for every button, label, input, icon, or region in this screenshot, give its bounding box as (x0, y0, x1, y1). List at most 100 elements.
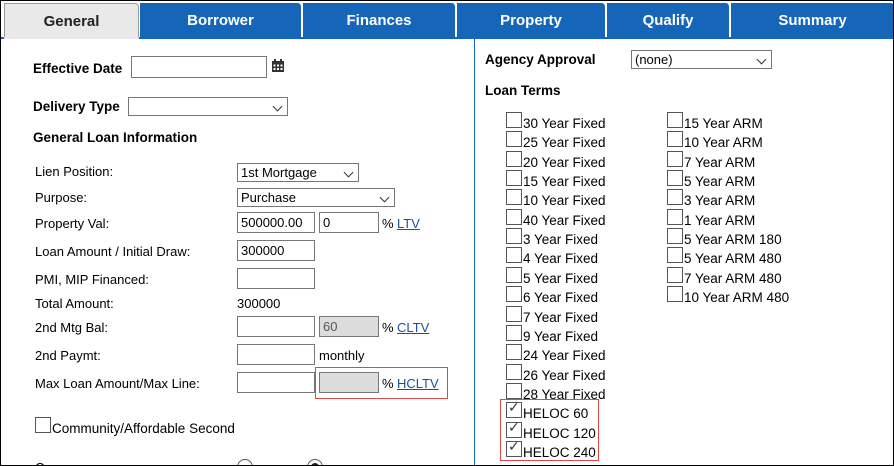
agency-approval-select[interactable]: (none) (631, 50, 772, 69)
active-tab-gap (4, 37, 139, 39)
arm-term-checkbox-6[interactable] (667, 228, 683, 245)
loan-term-checkbox-4[interactable] (506, 189, 522, 206)
arm-term-checkbox-1[interactable] (667, 131, 683, 148)
loan-term-label-11: 9 Year Fixed (523, 328, 599, 344)
arm-term-label-5: 1 Year ARM (684, 212, 756, 228)
community-checkbox[interactable] (35, 417, 51, 433)
tab-bar: General Borrower Finances Property Quali… (1, 1, 893, 38)
tab-general[interactable]: General (4, 3, 139, 38)
loan-term-checkbox-14[interactable] (506, 382, 522, 399)
loan-term-checkbox-5[interactable] (506, 208, 522, 225)
arm-term-checkbox-7[interactable] (667, 247, 683, 264)
tab-summary[interactable]: Summary (731, 3, 893, 38)
loan-term-checkbox-8[interactable] (506, 266, 522, 283)
effective-date-label: Effective Date (33, 61, 123, 76)
chevron-down-icon (379, 192, 390, 203)
calendar-icon[interactable] (271, 59, 285, 73)
loan-term-label-5: 40 Year Fixed (523, 212, 606, 228)
loan-term-label-12: 24 Year Fixed (523, 348, 606, 364)
loan-term-checkbox-11[interactable] (506, 324, 522, 341)
loan-form-window: General Borrower Finances Property Quali… (0, 0, 894, 466)
loan-term-label-9: 6 Year Fixed (523, 290, 599, 306)
loan-term-label-8: 5 Year Fixed (523, 270, 599, 286)
delivery-type-select[interactable] (128, 97, 288, 116)
lien-position-label: Lien Position: (35, 164, 114, 179)
agency-approval-value: (none) (635, 52, 673, 67)
arm-term-label-6: 5 Year ARM 180 (684, 232, 782, 248)
hcltv-input (319, 372, 379, 393)
radio-option-1[interactable] (237, 459, 253, 465)
arm-term-label-4: 3 Year ARM (684, 193, 756, 209)
pct-symbol: % (382, 320, 394, 335)
ltv-link[interactable]: LTV (397, 216, 420, 231)
total-amount-label: Total Amount: (35, 296, 114, 311)
second-mtg-input[interactable] (237, 316, 315, 337)
loan-term-checkbox-0[interactable] (506, 112, 522, 128)
loan-term-label-4: 10 Year Fixed (523, 193, 606, 209)
loan-term-label-6: 3 Year Fixed (523, 232, 599, 248)
second-paymt-label: 2nd Paymt: (35, 348, 101, 363)
second-paymt-input[interactable] (237, 344, 315, 365)
loan-term-label-0: 30 Year Fixed (523, 116, 606, 131)
cltv-link[interactable]: CLTV (397, 320, 429, 335)
total-amount-value: 300000 (237, 296, 281, 311)
property-val-input[interactable]: 500000.00 (237, 212, 315, 233)
arm-term-label-0: 15 Year ARM (684, 116, 763, 131)
lien-position-value: 1st Mortgage (241, 165, 317, 180)
arm-term-checkbox-8[interactable] (667, 266, 683, 283)
loan-term-checkbox-10[interactable] (506, 305, 522, 322)
loan-amount-input[interactable]: 300000 (237, 240, 315, 261)
loan-term-checkbox-6[interactable] (506, 228, 522, 245)
loan-term-checkbox-7[interactable] (506, 247, 522, 264)
arm-term-label-1: 10 Year ARM (684, 135, 763, 151)
loan-term-label-13: 26 Year Fixed (523, 367, 606, 383)
pct-symbol: % (382, 216, 394, 231)
panel-divider (474, 39, 475, 465)
max-loan-input[interactable] (237, 372, 315, 393)
tab-borrower[interactable]: Borrower (140, 3, 302, 38)
arm-term-checkbox-0[interactable] (667, 112, 683, 128)
pmi-label: PMI, MIP Financed: (35, 272, 149, 287)
tab-qualify[interactable]: Qualify (607, 3, 730, 38)
community-label: Community/Affordable Second (52, 421, 235, 436)
loan-term-checkbox-12[interactable] (506, 344, 522, 361)
arm-term-checkbox-3[interactable] (667, 170, 683, 187)
loan-term-checkbox-1[interactable] (506, 131, 522, 148)
property-pct-input[interactable]: 0 (319, 212, 379, 233)
arm-term-label-7: 5 Year ARM 480 (684, 251, 782, 267)
chevron-down-icon (343, 167, 354, 178)
purpose-value: Purchase (241, 190, 296, 205)
loan-term-label-1: 25 Year Fixed (523, 135, 606, 151)
effective-date-input[interactable] (131, 56, 267, 78)
tab-finances[interactable]: Finances (303, 3, 456, 38)
arm-term-checkbox-9[interactable] (667, 286, 683, 303)
arm-term-label-9: 10 Year ARM 480 (684, 290, 790, 306)
arm-term-checkbox-4[interactable] (667, 189, 683, 206)
delivery-type-label: Delivery Type (33, 99, 120, 114)
pmi-input[interactable] (237, 268, 315, 289)
lien-position-select[interactable]: 1st Mortgage (237, 163, 359, 182)
pct-symbol: % (382, 376, 394, 391)
heloc-highlight (500, 399, 599, 461)
loan-terms-label: Loan Terms (485, 83, 561, 98)
loan-term-label-2: 20 Year Fixed (523, 154, 606, 170)
monthly-label: monthly (319, 348, 365, 363)
loan-term-checkbox-2[interactable] (506, 150, 522, 167)
cut-off-label: C (35, 460, 44, 465)
tab-property[interactable]: Property (457, 3, 606, 38)
loan-term-label-10: 7 Year Fixed (523, 309, 599, 325)
loan-term-checkbox-3[interactable] (506, 170, 522, 187)
max-loan-label: Max Loan Amount/Max Line: (35, 376, 200, 391)
purpose-label: Purpose: (35, 190, 88, 205)
arm-term-checkbox-2[interactable] (667, 150, 683, 167)
loan-term-checkbox-13[interactable] (506, 363, 522, 380)
chevron-down-icon (756, 54, 767, 65)
loan-term-label-3: 15 Year Fixed (523, 174, 606, 190)
purpose-select[interactable]: Purchase (237, 188, 395, 207)
agency-approval-label: Agency Approval (485, 52, 596, 67)
section-title: General Loan Information (33, 130, 198, 145)
loan-term-checkbox-9[interactable] (506, 286, 522, 303)
radio-option-2[interactable] (307, 459, 323, 465)
arm-term-checkbox-5[interactable] (667, 208, 683, 225)
hcltv-link[interactable]: HCLTV (397, 376, 439, 391)
